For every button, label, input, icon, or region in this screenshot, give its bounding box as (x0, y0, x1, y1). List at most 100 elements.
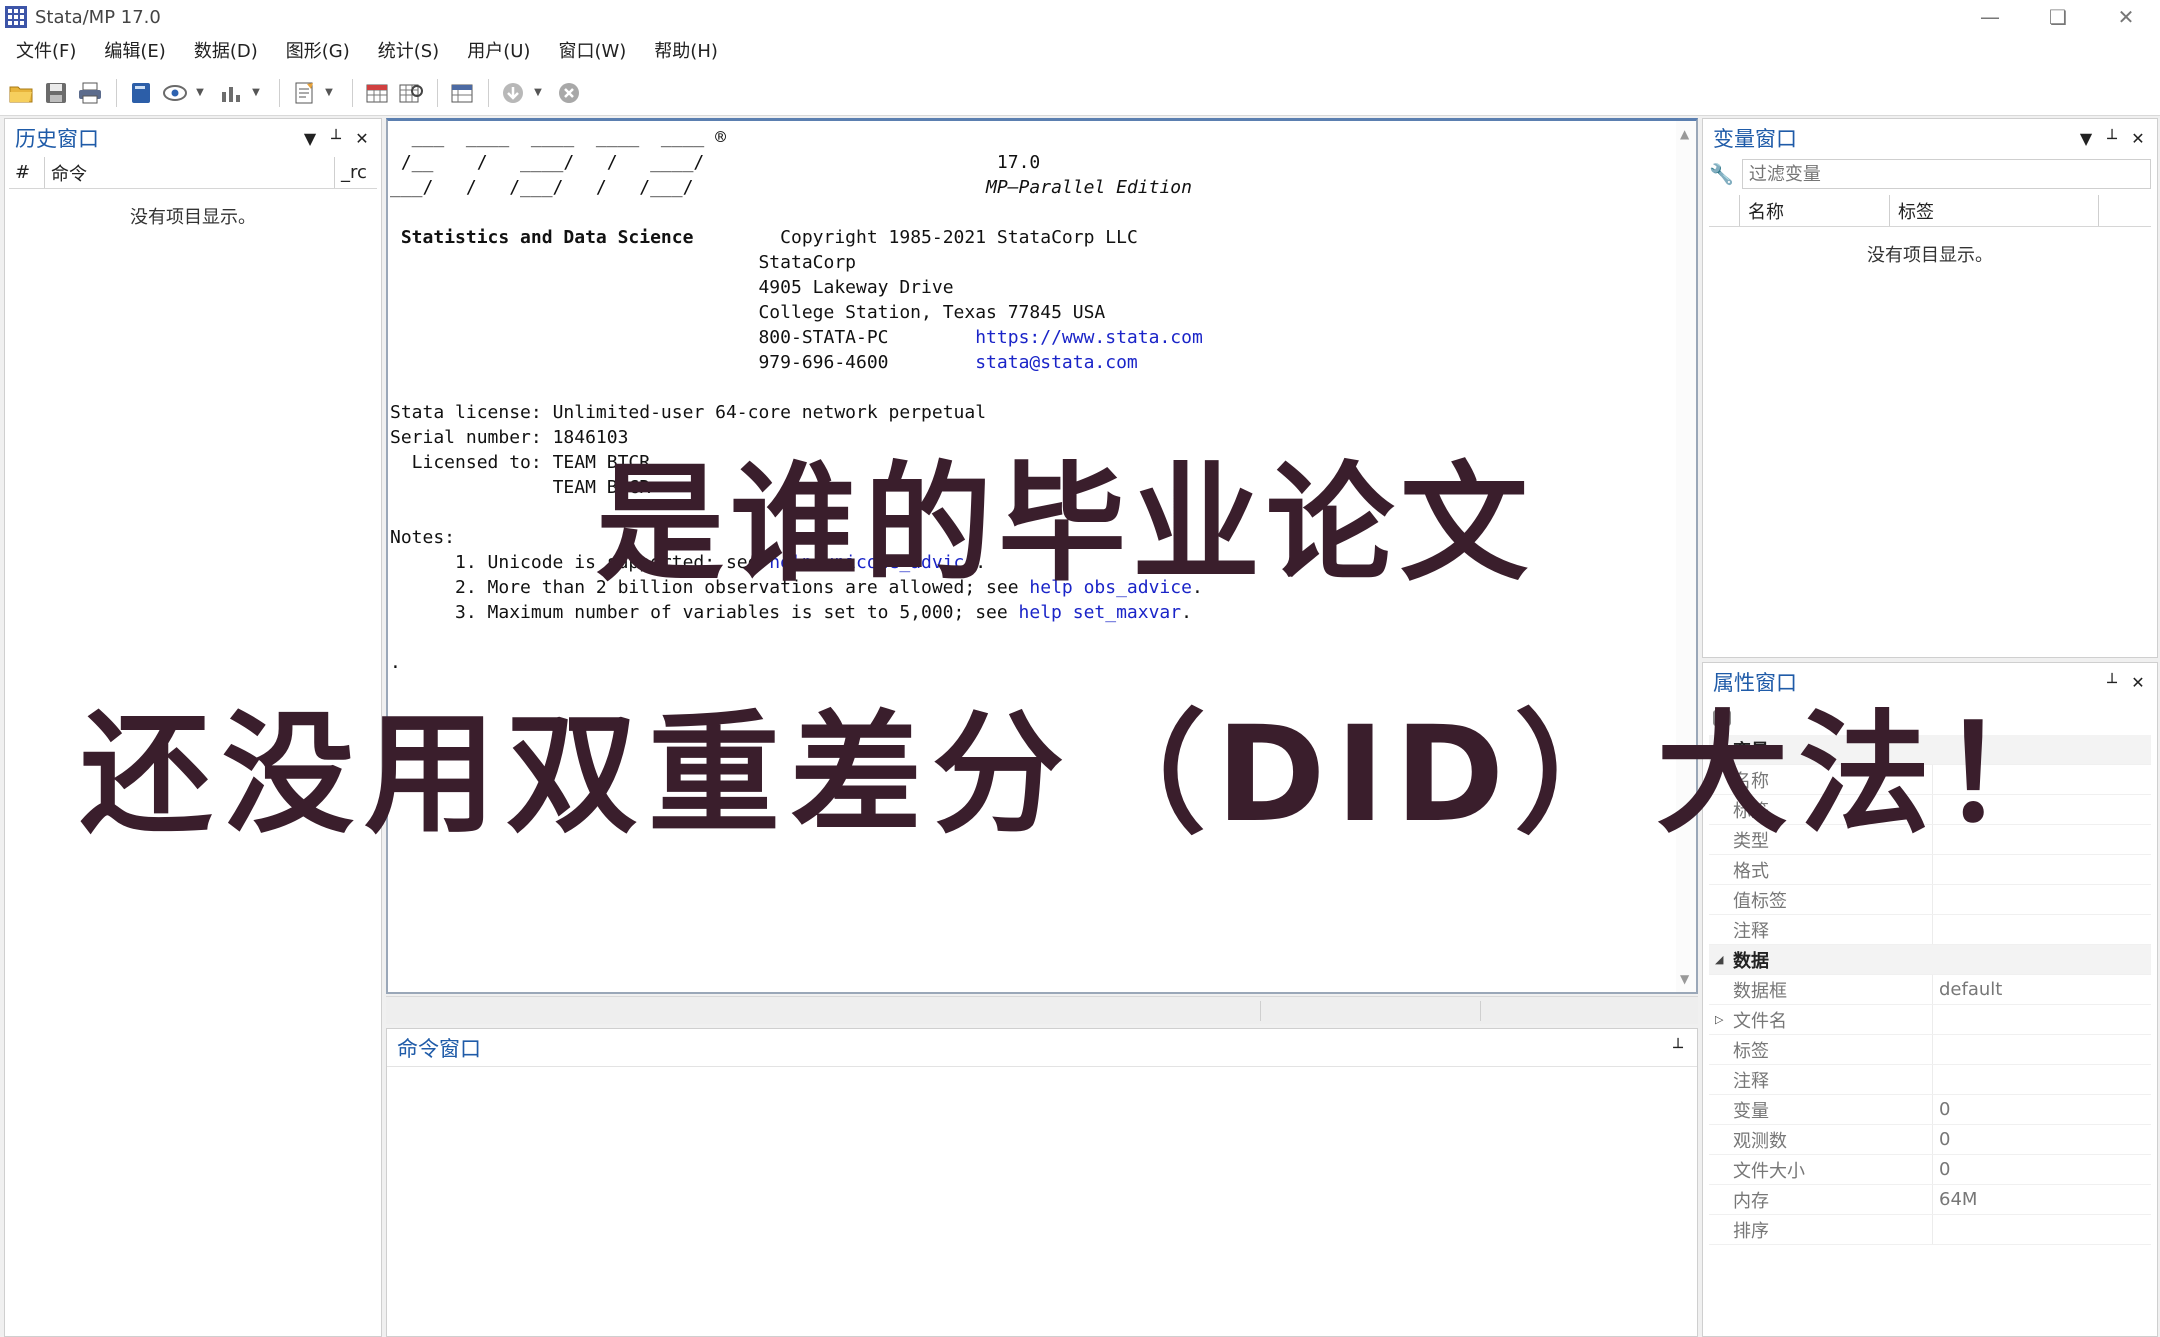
data-browser-icon[interactable] (395, 77, 427, 109)
minimize-button[interactable]: — (1956, 0, 2024, 34)
serial-label: Serial number: (390, 427, 553, 448)
property-row[interactable]: 标签 (1709, 1035, 2151, 1065)
break-stop-icon[interactable] (553, 77, 585, 109)
property-row[interactable]: 内存 64M (1709, 1185, 2151, 1215)
results-scrollbar[interactable]: ▲ ▼ (1676, 121, 1696, 992)
notes-label: Notes: (390, 527, 456, 548)
close-icon[interactable]: ✕ (2129, 129, 2147, 148)
website-link[interactable]: https://www.stata.com (975, 327, 1203, 348)
property-row[interactable]: 排序 (1709, 1215, 2151, 1245)
viewer-eye-icon[interactable] (159, 77, 191, 109)
menu-help[interactable]: 帮助(H) (644, 34, 728, 70)
data-editor-icon[interactable] (361, 77, 393, 109)
viewer-dropdown-chevron-down-icon[interactable]: ▼ (193, 77, 207, 109)
graph-icon[interactable] (215, 77, 247, 109)
menu-edit[interactable]: 编辑(E) (94, 34, 175, 70)
command-panel[interactable]: 命令窗口 ┴ (386, 1028, 1698, 1337)
wrench-icon[interactable]: 🔧 (1709, 162, 1734, 186)
overlay-caption-line2: 还没用双重差分（DID）大法！ (80, 698, 2083, 852)
menu-file[interactable]: 文件(F) (6, 34, 86, 70)
property-row[interactable]: ▷ 文件名 (1709, 1005, 2151, 1035)
menu-data[interactable]: 数据(D) (184, 34, 268, 70)
license-label: Stata license: (390, 402, 553, 423)
filter-icon[interactable]: ▼ (2077, 129, 2095, 148)
scroll-up-icon[interactable]: ▲ (1680, 127, 1689, 141)
section-label: 数据 (1733, 950, 1769, 972)
filter-variables-input[interactable] (1741, 159, 2151, 189)
do-file-dropdown-chevron-down-icon[interactable]: ▼ (322, 77, 336, 109)
command-panel-title: 命令窗口 (397, 1036, 481, 1061)
close-window-button[interactable]: ✕ (2092, 0, 2160, 34)
property-value[interactable] (1933, 1215, 2151, 1244)
status-divider (1480, 1001, 1481, 1021)
property-value[interactable]: 0 (1933, 1095, 2151, 1124)
property-value[interactable]: 0 (1933, 1155, 2151, 1184)
graph-dropdown-chevron-down-icon[interactable]: ▼ (249, 77, 263, 109)
property-row[interactable]: 值标签 (1709, 885, 2151, 915)
print-icon[interactable] (74, 77, 106, 109)
history-col-number[interactable]: # (9, 157, 45, 188)
open-folder-icon[interactable] (6, 77, 38, 109)
variables-column-headers: 名称 标签 (1709, 195, 2151, 227)
more-dropdown-chevron-down-icon[interactable]: ▼ (531, 77, 545, 109)
property-value[interactable] (1933, 855, 2151, 884)
property-value[interactable] (1933, 1065, 2151, 1094)
scroll-down-icon[interactable]: ▼ (1680, 972, 1689, 986)
address1-text: 4905 Lakeway Drive (758, 277, 954, 298)
property-value[interactable]: 64M (1933, 1185, 2151, 1214)
property-row[interactable]: 文件大小 0 (1709, 1155, 2151, 1185)
more-arrow-down-icon[interactable] (497, 77, 529, 109)
menu-window[interactable]: 窗口(W) (548, 34, 636, 70)
property-value[interactable]: 0 (1933, 1125, 2151, 1154)
variables-empty-message: 没有项目显示。 (1867, 245, 1993, 266)
property-value[interactable]: default (1933, 975, 2151, 1004)
property-value[interactable] (1933, 1005, 2151, 1034)
property-value[interactable] (1933, 885, 2151, 914)
property-row[interactable]: 注释 (1709, 915, 2151, 945)
edition-text: MP—Parallel Edition (986, 177, 1192, 198)
phone2-text: 979-696-4600 (758, 352, 889, 373)
property-row[interactable]: 注释 (1709, 1065, 2151, 1095)
do-file-editor-icon[interactable] (288, 77, 320, 109)
pin-icon[interactable]: ┴ (2103, 673, 2121, 692)
status-divider (1260, 1001, 1261, 1021)
menu-statistics[interactable]: 统计(S) (368, 34, 449, 70)
property-row[interactable]: 变量 0 (1709, 1095, 2151, 1125)
variables-col-label[interactable]: 标签 (1889, 195, 2099, 226)
email-link[interactable]: stata@stata.com (975, 352, 1138, 373)
property-key: 文件名 (1733, 1010, 1787, 1032)
history-column-headers: # 命令 _rc (9, 157, 377, 189)
menu-graphics[interactable]: 图形(G) (276, 34, 360, 70)
save-icon[interactable] (40, 77, 72, 109)
restore-button[interactable]: ❏ (2024, 0, 2092, 34)
variables-col-name[interactable]: 名称 (1739, 195, 1889, 226)
filter-icon[interactable]: ▼ (301, 129, 319, 148)
menu-user[interactable]: 用户(U) (457, 34, 540, 70)
log-icon[interactable] (125, 77, 157, 109)
property-key: 内存 (1709, 1185, 1933, 1214)
history-col-command[interactable]: 命令 (45, 157, 335, 188)
close-icon[interactable]: ✕ (353, 129, 371, 148)
collapse-triangle-icon[interactable]: ◢ (1715, 953, 1723, 966)
licensed-to-label: Licensed to: (390, 452, 553, 473)
property-key: 标签 (1709, 1035, 1933, 1064)
overlay-caption-line1: 是谁的毕业论文 (596, 450, 1535, 599)
properties-section-data[interactable]: ◢ 数据 (1709, 945, 2151, 975)
property-key: 注释 (1709, 915, 1933, 944)
property-row[interactable]: 数据框 default (1709, 975, 2151, 1005)
property-row[interactable]: 格式 (1709, 855, 2151, 885)
property-value[interactable] (1933, 1035, 2151, 1064)
help-set-maxvar-link[interactable]: help set_maxvar (1019, 602, 1182, 623)
property-key: 数据框 (1709, 975, 1933, 1004)
close-icon[interactable]: ✕ (2129, 673, 2147, 692)
pin-icon[interactable]: ┴ (1669, 1038, 1687, 1057)
history-col-rc[interactable]: _rc (335, 157, 375, 188)
property-row[interactable]: 观测数 0 (1709, 1125, 2151, 1155)
property-value[interactable] (1933, 915, 2151, 944)
pin-icon[interactable]: ┴ (327, 129, 345, 148)
property-key: 格式 (1709, 855, 1933, 884)
pin-icon[interactable]: ┴ (2103, 129, 2121, 148)
tagline-text: Statistics and Data Science (400, 227, 694, 248)
variables-manager-icon[interactable] (446, 77, 478, 109)
expand-triangle-icon[interactable]: ▷ (1715, 1013, 1723, 1026)
